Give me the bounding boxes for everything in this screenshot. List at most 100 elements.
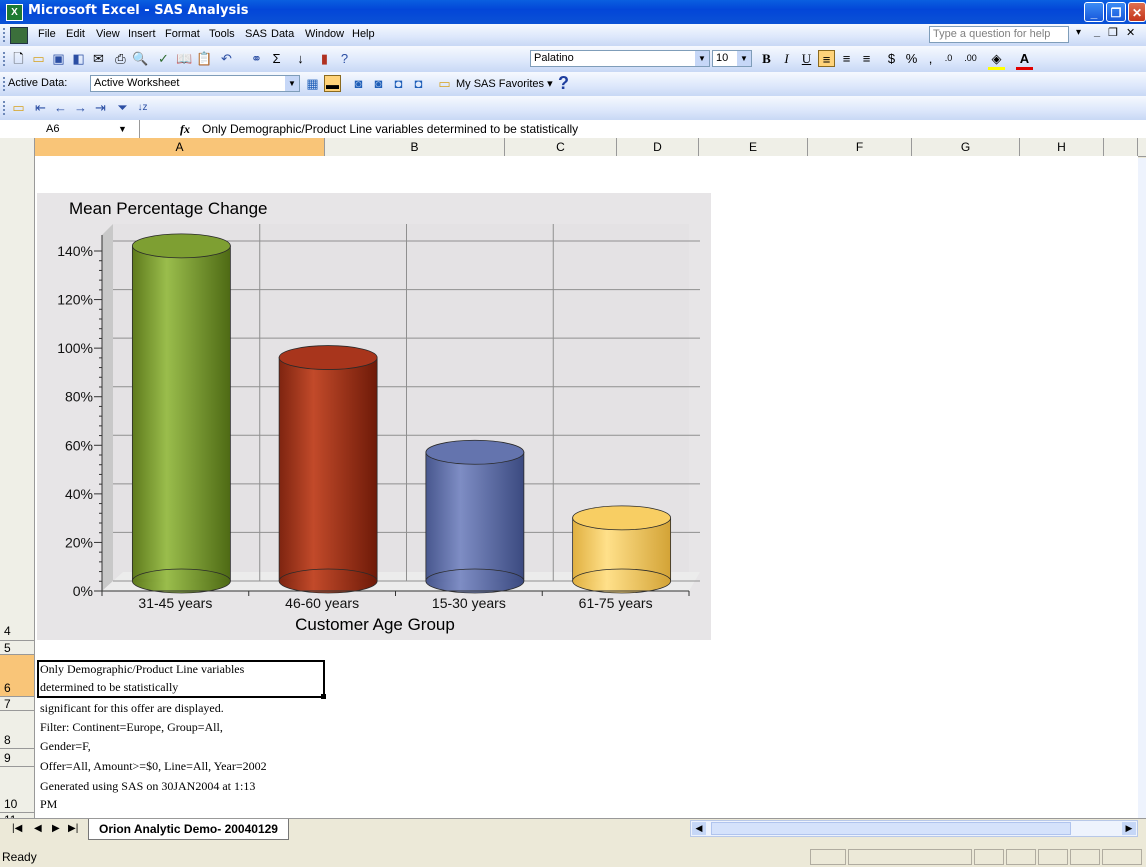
column-header-h[interactable]: H — [1020, 138, 1104, 156]
menu-sas[interactable]: SAS — [245, 28, 267, 40]
help-search-input[interactable]: Type a question for help — [929, 26, 1069, 43]
scroll-left-icon[interactable]: ◀ — [692, 822, 706, 835]
horizontal-scrollbar[interactable]: ◀ ▶ — [690, 820, 1138, 837]
open-data-icon[interactable]: ▭ — [10, 99, 27, 116]
chart-area[interactable]: Mean Percentage Change 0% 20% 40% 60% 80% 100… — [37, 193, 711, 640]
column-header-f[interactable]: F — [808, 138, 912, 156]
paste-icon[interactable]: 📋 — [196, 50, 213, 67]
menu-tools[interactable]: Tools — [209, 28, 235, 40]
workbook-icon[interactable] — [10, 27, 28, 44]
toolbar-grip[interactable] — [3, 28, 8, 42]
menu-window[interactable]: Window — [305, 28, 344, 40]
font-name-select[interactable]: Palatino ▼ — [530, 50, 710, 67]
menu-file[interactable]: File — [38, 28, 56, 40]
row-header-6[interactable]: 6 — [0, 655, 34, 697]
next-record-icon[interactable]: → — [72, 99, 89, 116]
column-header-g[interactable]: G — [912, 138, 1020, 156]
percent-icon[interactable]: % — [903, 50, 920, 67]
currency-icon[interactable]: $ — [883, 50, 900, 67]
column-header-d[interactable]: D — [617, 138, 699, 156]
italic-icon[interactable]: I — [778, 50, 795, 67]
sas-task-icon[interactable]: ◙ — [350, 75, 367, 92]
sas-report-icon[interactable]: ◘ — [390, 75, 407, 92]
autosum-icon[interactable]: Σ — [268, 50, 285, 67]
sort-ascending-icon[interactable]: ↓ — [292, 50, 309, 67]
sas-help-icon[interactable]: ? — [558, 73, 569, 94]
sheet-tab-active[interactable]: Orion Analytic Demo- 20040129 — [88, 819, 289, 840]
menu-help[interactable]: Help — [352, 28, 375, 40]
sas-output-icon[interactable]: ◘ — [410, 75, 427, 92]
chart-wizard-icon[interactable]: ▮ — [316, 50, 333, 67]
next-sheet-icon[interactable]: ▶ — [52, 823, 60, 834]
print-preview-icon[interactable]: 🔍 — [132, 50, 149, 67]
vertical-scrollbar[interactable] — [1138, 158, 1146, 818]
doc-close-icon[interactable]: ✕ — [1126, 26, 1135, 39]
open-icon[interactable]: ▭ — [30, 50, 47, 67]
previous-record-icon[interactable]: ← — [52, 99, 69, 116]
name-box[interactable]: A6 ▼ — [0, 120, 140, 138]
column-header-e[interactable]: E — [699, 138, 808, 156]
row-header-4[interactable]: 4 — [0, 156, 34, 641]
row-header-8[interactable]: 8 — [0, 711, 34, 749]
font-size-select[interactable]: 10 ▼ — [712, 50, 752, 67]
select-all-corner[interactable] — [0, 138, 35, 156]
column-header-c[interactable]: C — [505, 138, 617, 156]
close-button[interactable]: ✕ — [1128, 2, 1146, 22]
prev-sheet-icon[interactable]: ◀ — [34, 823, 42, 834]
row-header-7[interactable]: 7 — [0, 697, 34, 711]
fill-color-icon[interactable]: ◈ — [988, 50, 1005, 70]
insert-function-icon[interactable]: fx — [180, 122, 190, 137]
sas-analysis-icon[interactable]: ◙ — [370, 75, 387, 92]
print-icon[interactable]: ⎙ — [112, 50, 129, 67]
my-sas-favorites-menu[interactable]: My SAS Favorites ▾ — [456, 77, 553, 90]
align-left-icon[interactable]: ≡ — [818, 50, 835, 67]
permission-icon[interactable]: ◧ — [70, 50, 87, 67]
last-sheet-icon[interactable]: ▶| — [68, 823, 78, 834]
doc-minimize-icon[interactable]: _ — [1094, 26, 1100, 38]
doc-restore-icon[interactable]: ❐ — [1108, 26, 1118, 39]
sort-icon[interactable]: ↓z — [134, 99, 151, 116]
email-icon[interactable]: ✉ — [90, 50, 107, 67]
fill-handle[interactable] — [321, 694, 326, 699]
last-record-icon[interactable]: ⇥ — [92, 99, 109, 116]
grid-view-icon[interactable]: ▦ — [304, 75, 321, 92]
first-record-icon[interactable]: ⇤ — [32, 99, 49, 116]
research-icon[interactable]: 📖 — [176, 50, 193, 67]
comma-style-icon[interactable]: , — [922, 50, 939, 67]
formula-input[interactable]: Only Demographic/Product Line variables … — [202, 122, 578, 136]
column-header-partial[interactable] — [1104, 138, 1138, 156]
menu-insert[interactable]: Insert — [128, 28, 156, 40]
menu-data[interactable]: Data — [271, 28, 294, 40]
filter-icon[interactable]: ⏷ — [114, 99, 131, 116]
underline-icon[interactable]: U — [798, 50, 815, 67]
spelling-icon[interactable]: ✓ — [155, 50, 172, 67]
menu-view[interactable]: View — [96, 28, 120, 40]
active-data-select[interactable]: Active Worksheet ▼ — [90, 75, 300, 92]
favorites-folder-icon[interactable]: ▭ — [436, 75, 453, 92]
hyperlink-icon[interactable]: ⚭ — [248, 50, 265, 67]
font-color-icon[interactable]: A — [1016, 50, 1033, 70]
first-sheet-icon[interactable]: |◀ — [12, 823, 22, 834]
row-header-9[interactable]: 9 — [0, 749, 34, 767]
row-header-10[interactable]: 10 — [0, 767, 34, 813]
chevron-down-icon[interactable]: ▼ — [118, 120, 127, 138]
align-right-icon[interactable]: ≡ — [858, 50, 875, 67]
menu-format[interactable]: Format — [165, 28, 200, 40]
menu-edit[interactable]: Edit — [66, 28, 85, 40]
column-header-a[interactable]: A — [35, 138, 325, 156]
undo-icon[interactable]: ↶ — [218, 50, 235, 67]
new-icon[interactable]: 🗋 — [10, 50, 27, 67]
worksheet-view-icon[interactable]: ▬ — [324, 75, 341, 92]
increase-decimal-icon[interactable]: .0 — [940, 50, 957, 67]
save-icon[interactable]: ▣ — [50, 50, 67, 67]
horizontal-scroll-thumb[interactable] — [711, 822, 1071, 835]
toolbar-grip[interactable] — [3, 101, 8, 115]
help-icon[interactable]: ? — [336, 50, 353, 67]
row-header-5[interactable]: 5 — [0, 641, 34, 655]
align-center-icon[interactable]: ≡ — [838, 50, 855, 67]
column-header-b[interactable]: B — [325, 138, 505, 156]
bold-icon[interactable]: B — [758, 50, 775, 67]
minimize-button[interactable]: _ — [1084, 2, 1104, 22]
decrease-decimal-icon[interactable]: .00 — [962, 50, 979, 67]
excel-app-icon[interactable]: X — [6, 4, 23, 21]
